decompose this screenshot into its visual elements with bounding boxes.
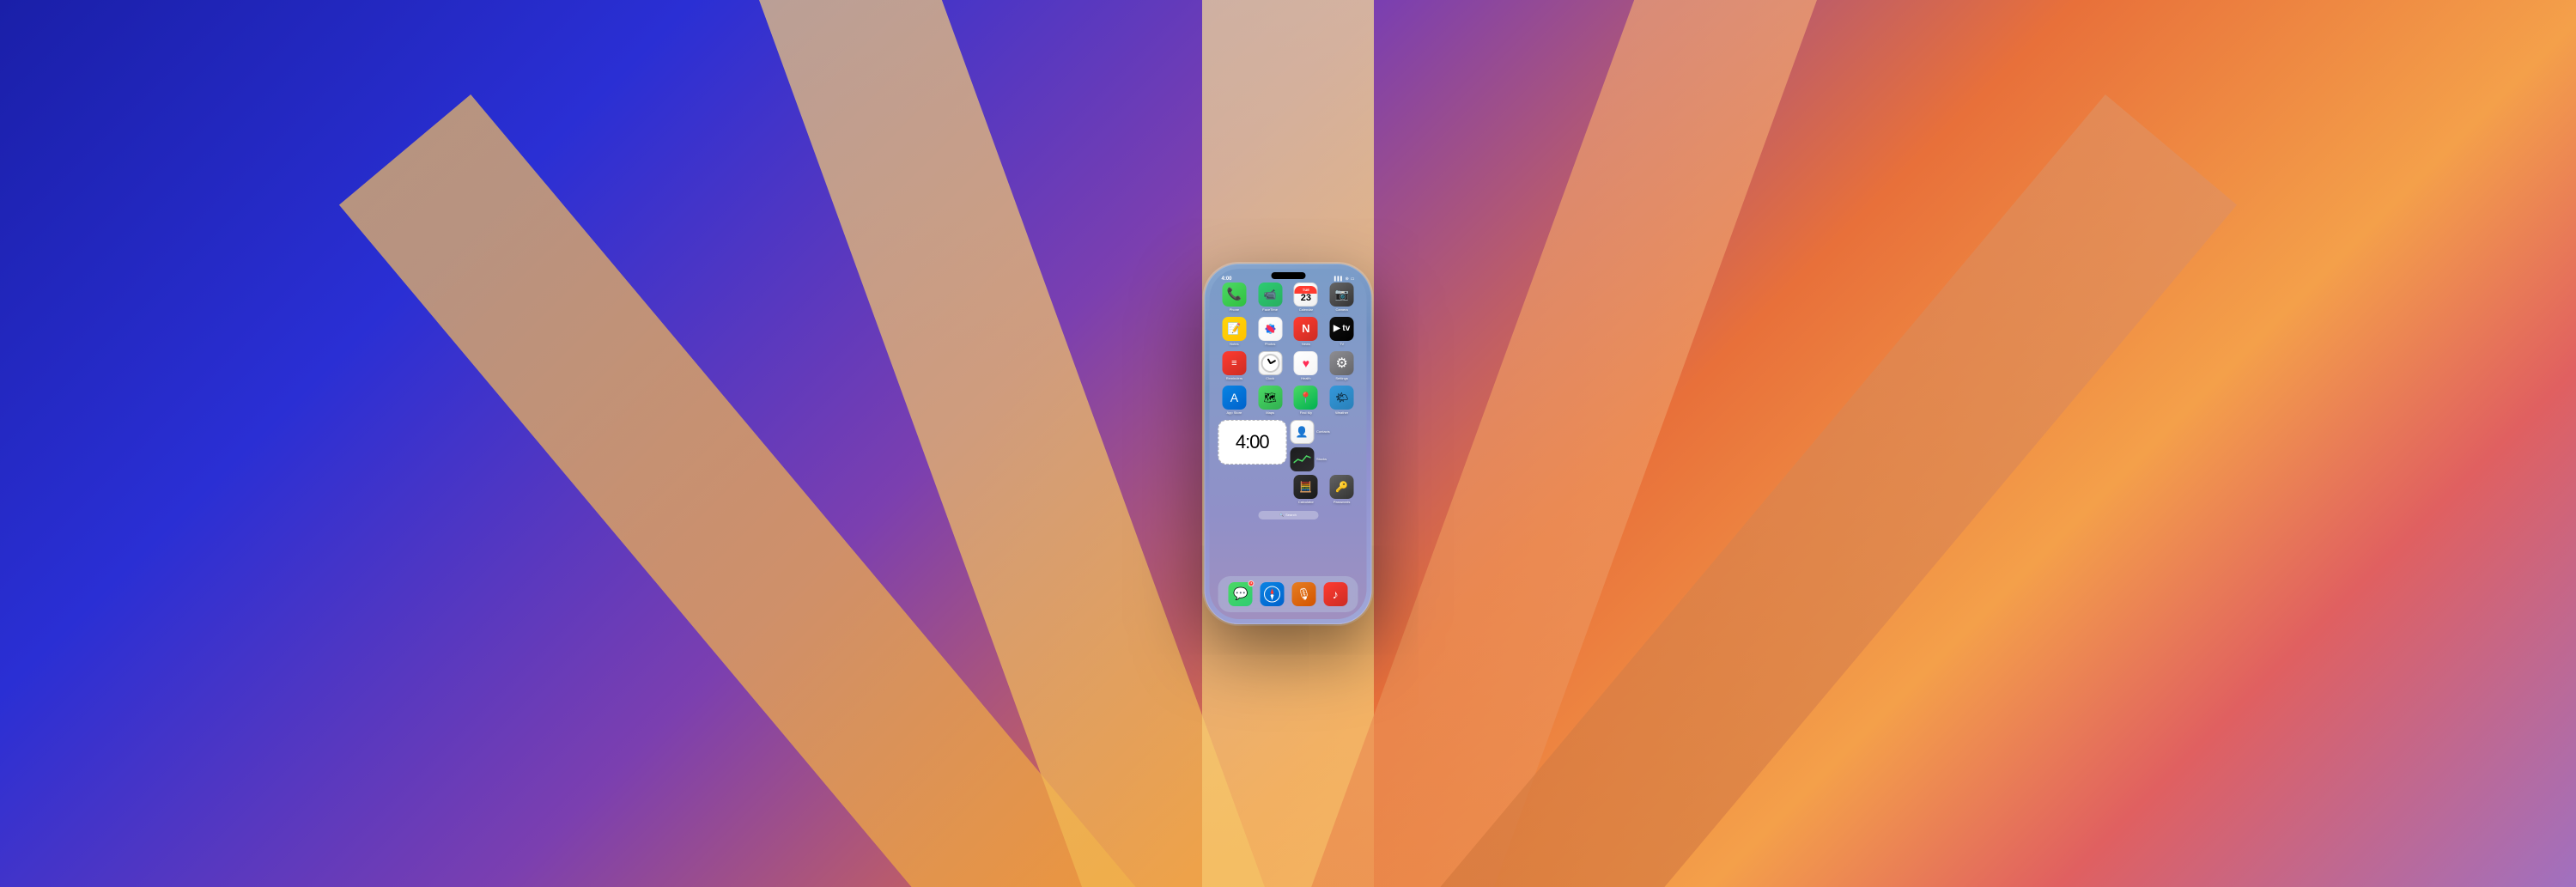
dock-item-overcast[interactable]: 🎙 bbox=[1291, 582, 1315, 606]
dock-icon-overcast[interactable]: 🎙 bbox=[1291, 582, 1315, 606]
app-item-maps[interactable]: 🗺 Maps bbox=[1254, 386, 1286, 415]
dock-icon-messages[interactable]: 💬 2 bbox=[1229, 582, 1253, 606]
app-icon-appstore[interactable]: A bbox=[1222, 386, 1246, 410]
dynamic-island bbox=[1271, 272, 1305, 279]
app-icon-findmy[interactable]: 📍 bbox=[1294, 386, 1318, 410]
battery-icon: ▭ bbox=[1351, 276, 1355, 282]
phone-body: 4:00 ▌▌▌ ⊛ ▭ 📞 Phone bbox=[1205, 264, 1372, 624]
dock-item-safari[interactable] bbox=[1261, 582, 1285, 606]
app-icon-phone[interactable]: 📞 bbox=[1222, 283, 1246, 307]
app-item-notes[interactable]: 📝 Notes bbox=[1218, 317, 1251, 346]
app-item-passwords[interactable]: 🔑 Passwords bbox=[1326, 475, 1358, 504]
app-item-calendar[interactable]: TUE 23 Calendar bbox=[1290, 283, 1322, 312]
wifi-icon: ⊛ bbox=[1346, 276, 1349, 282]
app-item-phone[interactable]: 📞 Phone bbox=[1218, 283, 1251, 312]
app-item-photos[interactable]: Photos bbox=[1254, 317, 1286, 346]
dock: 💬 2 bbox=[1218, 576, 1358, 612]
dock-item-messages[interactable]: 💬 2 bbox=[1229, 582, 1253, 606]
app-label-notes: Notes bbox=[1230, 342, 1238, 346]
clock-widget-time: 4:00 bbox=[1236, 431, 1269, 453]
app-item-tv[interactable]: ▶ tv TV bbox=[1326, 317, 1358, 346]
app-label-weather: Weather bbox=[1335, 410, 1348, 415]
app-icon-health[interactable]: ♥ bbox=[1294, 351, 1318, 375]
app-icon-settings[interactable]: ⚙ bbox=[1330, 351, 1354, 375]
app-item-calculator[interactable]: 🧮 Calculator bbox=[1290, 475, 1322, 504]
app-icon-facetime[interactable]: 📹 bbox=[1258, 283, 1282, 307]
dock-icon-music[interactable]: ♪ bbox=[1323, 582, 1347, 606]
search-label: Search bbox=[1285, 513, 1297, 517]
app-icon-contacts[interactable]: 👤 bbox=[1290, 420, 1314, 444]
app-item-news[interactable]: N News bbox=[1290, 317, 1322, 346]
app-icon-stocks[interactable] bbox=[1290, 447, 1314, 471]
messages-badge: 2 bbox=[1249, 580, 1255, 586]
app-icon-weather[interactable]: 🌤 bbox=[1330, 386, 1354, 410]
app-label-maps: Maps bbox=[1266, 410, 1274, 415]
app-item-reminders[interactable]: ≡ Reminders bbox=[1218, 351, 1251, 380]
app-label-tv: TV bbox=[1340, 342, 1344, 346]
app-item-settings[interactable]: ⚙ Settings bbox=[1326, 351, 1358, 380]
search-icon: 🔍 bbox=[1279, 513, 1284, 517]
app-label-phone: Phone bbox=[1230, 307, 1240, 312]
app-label-photos: Photos bbox=[1265, 342, 1275, 346]
phone-frame: 4:00 ▌▌▌ ⊛ ▭ 📞 Phone bbox=[1205, 264, 1372, 624]
app-item-health[interactable]: ♥ Health bbox=[1290, 351, 1322, 380]
app-label-clock: Clock bbox=[1266, 376, 1274, 380]
app-icon-tv[interactable]: ▶ tv bbox=[1330, 317, 1354, 341]
app-icon-clock[interactable] bbox=[1258, 351, 1282, 375]
app-icon-passwords[interactable]: 🔑 bbox=[1330, 475, 1354, 499]
app-icon-calendar[interactable]: TUE 23 bbox=[1294, 283, 1318, 307]
app-item-facetime[interactable]: 📹 FaceTime bbox=[1254, 283, 1286, 312]
safari-compass-icon bbox=[1264, 586, 1281, 603]
background: 4:00 ▌▌▌ ⊛ ▭ 📞 Phone bbox=[0, 0, 2576, 887]
app-icon-reminders[interactable]: ≡ bbox=[1222, 351, 1246, 375]
app-icon-notes[interactable]: 📝 bbox=[1222, 317, 1246, 341]
stocks-chart-icon bbox=[1293, 454, 1310, 465]
dock-icon-safari[interactable] bbox=[1261, 582, 1285, 606]
app-label-appstore: App Store bbox=[1226, 410, 1242, 415]
app-label-news: News bbox=[1302, 342, 1310, 346]
app-icon-news[interactable]: N bbox=[1294, 317, 1318, 341]
app-item-weather[interactable]: 🌤 Weather bbox=[1326, 386, 1358, 415]
app-icon-camera[interactable]: 📷 bbox=[1330, 283, 1354, 307]
signal-icon: ▌▌▌ bbox=[1334, 276, 1344, 282]
app-label-calendar: Calendar bbox=[1299, 307, 1313, 312]
app-label-health: Health bbox=[1301, 376, 1311, 380]
app-item-stocks[interactable]: Stocks bbox=[1290, 447, 1358, 471]
app-label-facetime: FaceTime bbox=[1262, 307, 1278, 312]
app-item-clock[interactable]: Clock bbox=[1254, 351, 1286, 380]
app-item-contacts[interactable]: 👤 Contacts bbox=[1290, 420, 1358, 444]
app-icon-maps[interactable]: 🗺 bbox=[1258, 386, 1282, 410]
calendar-date: 23 bbox=[1301, 294, 1311, 303]
app-label-camera: Camera bbox=[1336, 307, 1348, 312]
search-bar[interactable]: 🔍 Search bbox=[1258, 511, 1318, 519]
app-label-settings: Settings bbox=[1335, 376, 1347, 380]
app-item-camera[interactable]: 📷 Camera bbox=[1326, 283, 1358, 312]
status-time: 4:00 bbox=[1222, 276, 1232, 282]
clock-widget[interactable]: 4:00 bbox=[1218, 420, 1287, 465]
app-label-stocks: Stocks bbox=[1316, 457, 1327, 461]
app-grid-row1: 📞 Phone 📹 FaceTime TUE bbox=[1210, 279, 1367, 415]
app-item-findmy[interactable]: 📍 Find My bbox=[1290, 386, 1322, 415]
app-item-appstore[interactable]: A App Store bbox=[1218, 386, 1251, 415]
app-icon-photos[interactable] bbox=[1258, 317, 1282, 341]
app-icon-calculator[interactable]: 🧮 bbox=[1294, 475, 1318, 499]
dock-item-music[interactable]: ♪ bbox=[1323, 582, 1347, 606]
app-label-findmy: Find My bbox=[1300, 410, 1312, 415]
phone-screen: 4:00 ▌▌▌ ⊛ ▭ 📞 Phone bbox=[1210, 269, 1367, 619]
app-label-calculator: Calculator bbox=[1298, 500, 1314, 504]
photos-svg bbox=[1261, 319, 1279, 338]
status-icons: ▌▌▌ ⊛ ▭ bbox=[1334, 276, 1355, 282]
clock-face bbox=[1261, 354, 1279, 373]
search-bar-wrapper: 🔍 Search bbox=[1210, 507, 1367, 523]
app-label-contacts: Contacts bbox=[1316, 429, 1330, 434]
app-label-passwords: Passwords bbox=[1334, 500, 1351, 504]
app-label-reminders: Reminders bbox=[1226, 376, 1242, 380]
gear-icon: ⚙ bbox=[1335, 355, 1347, 372]
